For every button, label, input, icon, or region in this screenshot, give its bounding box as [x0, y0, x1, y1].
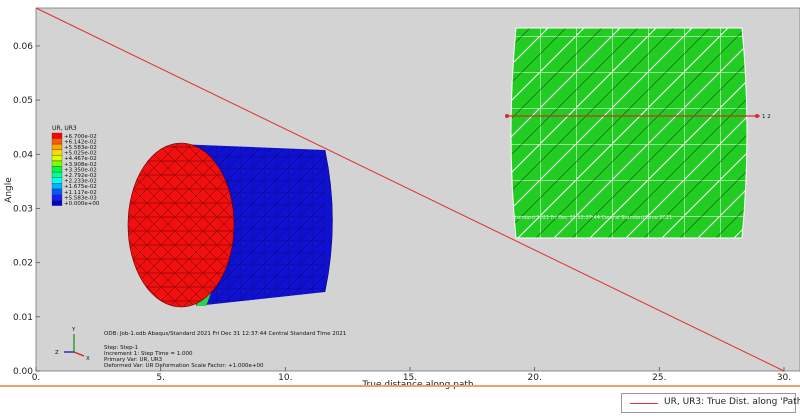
colorbar-swatch [51, 155, 63, 161]
x-tick-label: 30. [777, 373, 791, 383]
colorbar-swatch [51, 188, 63, 195]
y-tick-label: 0.03 [13, 204, 33, 214]
faint-job-text: Standard 2021 Fri Dec 31 12:37:44 Centra… [512, 215, 672, 221]
y-axis-label: Angle [4, 177, 14, 203]
x-tick-label: 10. [278, 373, 292, 383]
colorbar-swatch [51, 166, 63, 173]
y-tick-label: 0.02 [13, 259, 33, 269]
y-tick-label: 0.01 [13, 313, 33, 323]
x-tick-label: 25. [652, 373, 666, 383]
colorbar-swatch [51, 160, 63, 167]
triad-x-label: X [86, 356, 90, 362]
model-view-left [127, 142, 333, 308]
path-marker-label: 1 2 [762, 114, 771, 120]
info-line-odb: ODB: Job-1.odb Abaqus/Standard 2021 Fri … [104, 331, 346, 337]
triad-y-label: Y [71, 327, 76, 333]
legend-line-swatch [630, 403, 658, 404]
colorbar-swatch [51, 144, 63, 150]
y-tick-label: 0.06 [13, 42, 33, 52]
colorbar-label: +0.000e+00 [64, 201, 100, 207]
legend-series-label: UR, UR3: True Dist. along 'Path-1' [664, 397, 800, 407]
colorbar-legend: UR, UR3 +6.700e-02+6.142e-02+5.583e-02+5… [51, 125, 100, 207]
model-view-right: 1 2 Standard 2021 Fri Dec 31 12:37:44 Ce… [505, 27, 771, 239]
chart-legend: UR, UR3: True Dist. along 'Path-1' [621, 393, 800, 413]
y-tick-label: 0.04 [13, 150, 33, 160]
colorbar-swatch [51, 149, 63, 156]
colorbar-swatch [51, 200, 63, 206]
divider-rule [0, 385, 800, 387]
colorbar-swatch [51, 138, 63, 145]
colorbar-swatch [51, 177, 63, 184]
colorbar-swatch [51, 183, 63, 189]
colorbar-swatch [51, 172, 63, 178]
triad-z-label: Z [55, 350, 59, 356]
y-tick-label: 0.00 [13, 367, 33, 377]
colorbar-swatch [51, 194, 63, 201]
x-tick-label: 5. [156, 373, 165, 383]
colorbar-swatch [51, 132, 63, 139]
chart-figure: 1 2 Standard 2021 Fri Dec 31 12:37:44 Ce… [4, 7, 800, 390]
colorbar-title: UR, UR3 [52, 125, 77, 132]
info-line-deformed-var: Deformed Var: UR Deformation Scale Facto… [104, 363, 264, 369]
y-tick-label: 0.05 [13, 96, 33, 106]
x-tick-label: 20. [528, 373, 542, 383]
